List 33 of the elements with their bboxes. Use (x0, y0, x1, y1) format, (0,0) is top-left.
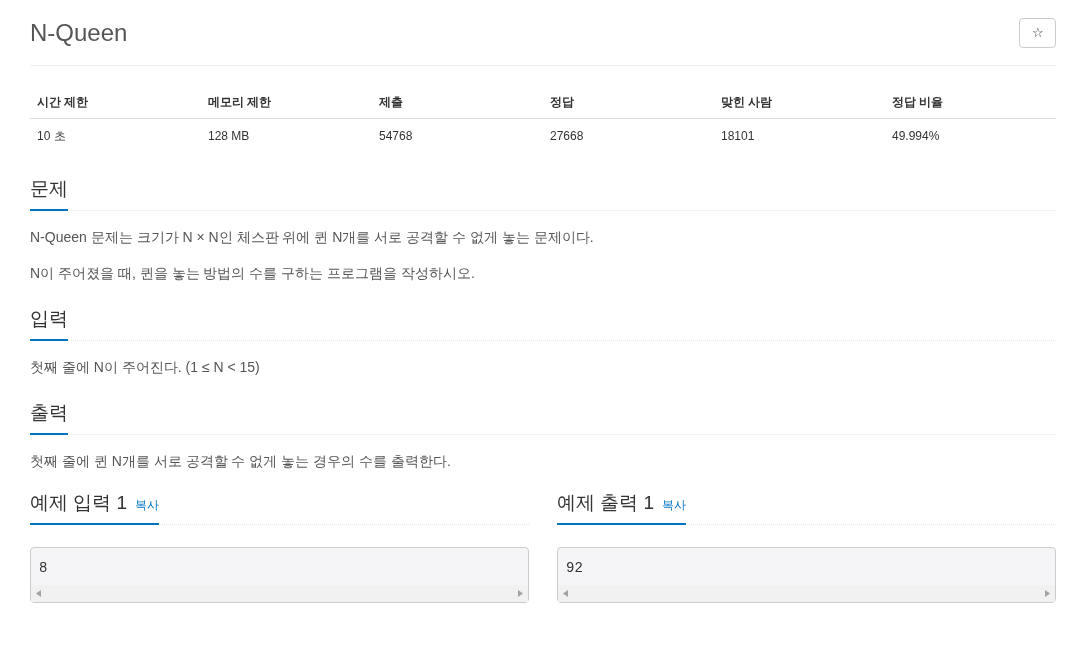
paragraph: N-Queen 문제는 크기가 N × N인 체스판 위에 퀸 N개를 서로 공격할 수 없게 놓는 문제이다. (30, 228, 595, 247)
column-header: 정답 (543, 86, 714, 119)
horizontal-scrollbar[interactable] (31, 585, 528, 602)
section-heading: 입력 (30, 307, 68, 331)
table-cell: 10 초 (30, 118, 201, 153)
section-heading: 예제 입력 1 (30, 491, 128, 515)
section-heading: 예제 출력 1 (557, 491, 655, 515)
scroll-left-icon[interactable] (563, 590, 568, 597)
copy-link[interactable]: 복사 (135, 496, 160, 514)
sample-code: 8 (38, 559, 49, 578)
column-header: 메모리 제한 (201, 86, 372, 119)
paragraph: 첫째 줄에 퀸 N개를 서로 공격할 수 없게 놓는 경우의 수를 출력한다. (30, 452, 452, 471)
column-header: 시간 제한 (30, 86, 201, 119)
table-cell: 128 MB (201, 118, 372, 153)
table-cell: 18101 (714, 118, 885, 153)
paragraph: 첫째 줄에 N이 주어진다. (1 ≤ N < 15) (30, 358, 261, 377)
table-cell: 49.994% (885, 118, 1056, 153)
section-heading: 문제 (30, 177, 68, 201)
copy-link[interactable]: 복사 (662, 496, 687, 514)
column-header: 제출 (372, 86, 543, 119)
table-cell: 54768 (372, 118, 543, 153)
star-button[interactable]: ☆ (1019, 17, 1056, 48)
paragraph: N이 주어졌을 때, 퀸을 놓는 방법의 수를 구하는 프로그램을 작성하시오. (30, 264, 476, 283)
horizontal-scrollbar[interactable] (558, 585, 1055, 602)
scroll-right-icon[interactable] (1045, 590, 1050, 597)
column-header: 맞힌 사람 (714, 86, 885, 119)
page-title: N-Queen (30, 17, 128, 48)
column-header: 정답 비율 (885, 86, 1056, 119)
sample-code: 92 (565, 559, 584, 578)
section-heading: 출력 (30, 401, 68, 425)
scroll-left-icon[interactable] (36, 590, 41, 597)
scroll-right-icon[interactable] (518, 590, 523, 597)
table-cell: 27668 (543, 118, 714, 153)
